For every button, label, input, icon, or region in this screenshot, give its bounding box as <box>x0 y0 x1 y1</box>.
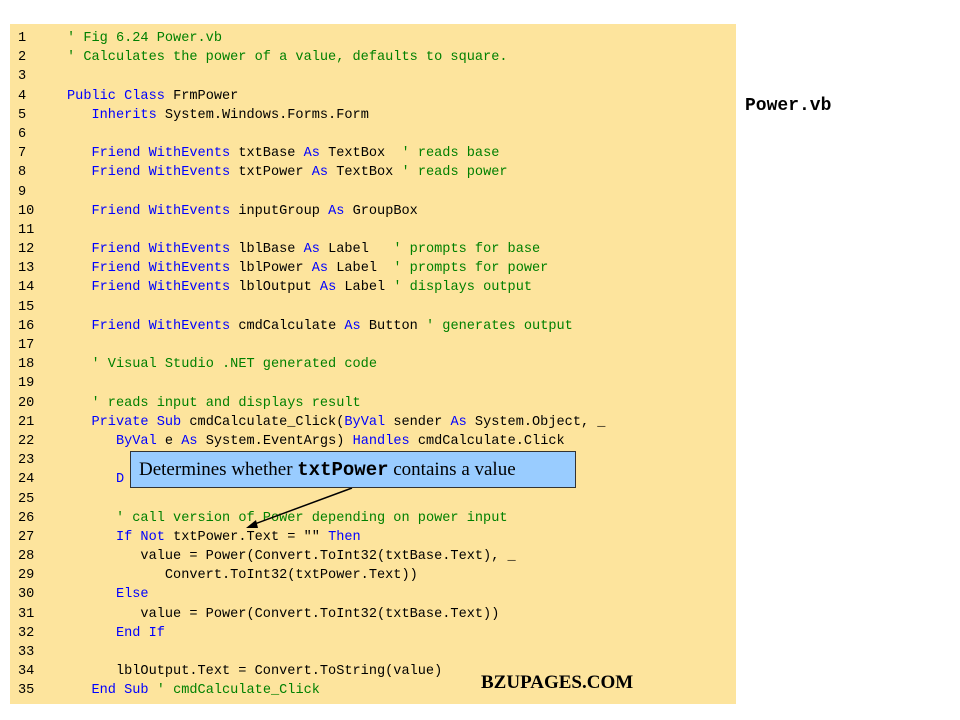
callout-suffix: contains a value <box>388 459 516 480</box>
callout-prefix: Determines whether <box>139 459 298 480</box>
callout-arrow-head <box>246 520 258 528</box>
callout-code: txtPower <box>297 459 389 481</box>
watermark-text: BZUPAGES.COM <box>481 672 634 693</box>
callout-arrow <box>246 487 353 528</box>
callout-arrow-line <box>251 487 353 526</box>
annotation-callout: Determines whether txtPower contains a v… <box>130 451 576 488</box>
